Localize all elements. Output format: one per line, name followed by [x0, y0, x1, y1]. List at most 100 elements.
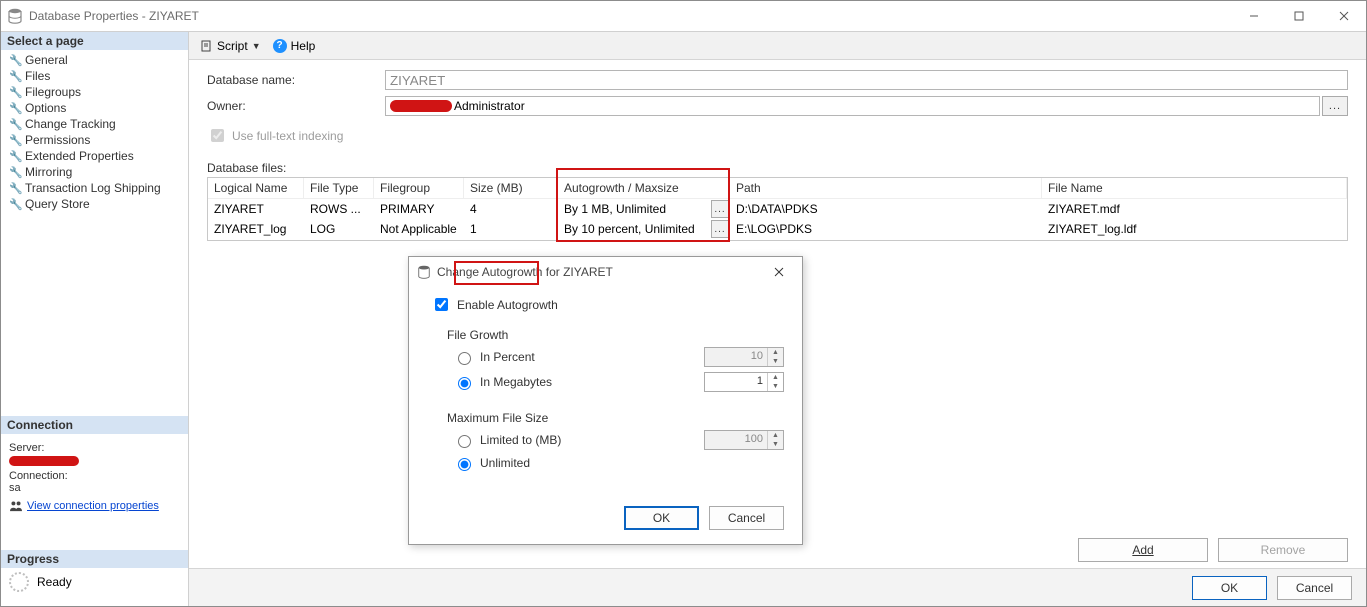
- dialog-cancel-button[interactable]: Cancel: [709, 506, 784, 530]
- col-filegroup[interactable]: Filegroup: [374, 178, 464, 199]
- ok-button[interactable]: OK: [1192, 576, 1267, 600]
- page-extended-properties[interactable]: 🔧Extended Properties: [1, 148, 188, 164]
- dialog-ok-button[interactable]: OK: [624, 506, 699, 530]
- progress-spinner-icon: [9, 572, 29, 592]
- window-title: Database Properties - ZIYARET: [29, 9, 1231, 23]
- unlimited-radio[interactable]: [458, 458, 471, 471]
- grid-header: Logical Name File Type Filegroup Size (M…: [208, 178, 1347, 199]
- remove-button: Remove: [1218, 538, 1348, 562]
- enable-autogrowth-checkbox[interactable]: [435, 298, 448, 311]
- db-files-grid[interactable]: Logical Name File Type Filegroup Size (M…: [207, 177, 1348, 241]
- db-properties-window: Database Properties - ZIYARET Select a p…: [0, 0, 1367, 607]
- toolbar: Script ▼ ? Help: [189, 32, 1366, 60]
- fulltext-label: Use full-text indexing: [232, 129, 343, 143]
- script-icon: [201, 40, 213, 52]
- help-button[interactable]: ? Help: [269, 37, 320, 55]
- database-icon: [7, 8, 23, 24]
- page-permissions[interactable]: 🔧Permissions: [1, 132, 188, 148]
- server-value-redacted: [9, 456, 79, 466]
- cancel-button[interactable]: Cancel: [1277, 576, 1352, 600]
- dialog-title: Change Autogrowth for ZIYARET: [437, 265, 764, 279]
- file-growth-label: File Growth: [447, 328, 784, 342]
- wrench-icon: 🔧: [9, 150, 21, 163]
- percent-spinner: 10 ▲▼: [704, 347, 784, 367]
- wrench-icon: 🔧: [9, 54, 21, 67]
- limited-to-label: Limited to (MB): [480, 433, 698, 447]
- db-name-label: Database name:: [207, 73, 385, 87]
- server-label: Server:: [9, 442, 180, 454]
- col-size[interactable]: Size (MB): [464, 178, 558, 199]
- col-autogrowth[interactable]: Autogrowth / Maxsize: [558, 178, 710, 199]
- owner-label: Owner:: [207, 99, 385, 113]
- chevron-down-icon: ▼: [252, 41, 261, 51]
- col-filename[interactable]: File Name: [1042, 178, 1347, 199]
- page-change-tracking[interactable]: 🔧Change Tracking: [1, 116, 188, 132]
- view-connection-properties-link[interactable]: View connection properties: [27, 500, 159, 512]
- wrench-icon: 🔧: [9, 118, 21, 131]
- autogrowth-edit-button[interactable]: ...: [711, 220, 729, 238]
- unlimited-label: Unlimited: [480, 456, 784, 470]
- maximize-button[interactable]: [1276, 1, 1321, 31]
- db-name-input: [385, 70, 1348, 90]
- spinner-arrows-icon: ▲▼: [767, 348, 783, 366]
- script-button[interactable]: Script ▼: [197, 37, 265, 55]
- table-row[interactable]: ZIYARET ROWS ... PRIMARY 4 By 1 MB, Unli…: [208, 199, 1347, 219]
- table-row[interactable]: ZIYARET_log LOG Not Applicable 1 By 10 p…: [208, 219, 1347, 239]
- wrench-icon: 🔧: [9, 86, 21, 99]
- sidebar: Select a page 🔧General 🔧Files 🔧Filegroup…: [1, 32, 189, 606]
- limited-spinner: 100 ▲▼: [704, 430, 784, 450]
- wrench-icon: 🔧: [9, 198, 21, 211]
- people-icon: [9, 500, 23, 512]
- progress-header: Progress: [1, 550, 188, 568]
- owner-input[interactable]: Administrator: [385, 96, 1320, 116]
- col-logical-name[interactable]: Logical Name: [208, 178, 304, 199]
- connection-block: Server: Connection: sa View connection p…: [1, 434, 188, 520]
- fulltext-checkbox: [211, 129, 224, 142]
- help-icon: ?: [273, 39, 287, 53]
- wrench-icon: 🔧: [9, 70, 21, 83]
- megabytes-spinner[interactable]: 1 ▲▼: [704, 372, 784, 392]
- connection-label: Connection:: [9, 470, 180, 482]
- connection-header: Connection: [1, 416, 188, 434]
- add-button[interactable]: Add: [1078, 538, 1208, 562]
- change-autogrowth-dialog: Change Autogrowth for ZIYARET Enable Aut…: [408, 256, 803, 545]
- page-mirroring[interactable]: 🔧Mirroring: [1, 164, 188, 180]
- spinner-arrows-icon: ▲▼: [767, 431, 783, 449]
- page-tlog-shipping[interactable]: 🔧Transaction Log Shipping: [1, 180, 188, 196]
- wrench-icon: 🔧: [9, 182, 21, 195]
- page-filegroups[interactable]: 🔧Filegroups: [1, 84, 188, 100]
- close-button[interactable]: [1321, 1, 1366, 31]
- page-files[interactable]: 🔧Files: [1, 68, 188, 84]
- page-list: 🔧General 🔧Files 🔧Filegroups 🔧Options 🔧Ch…: [1, 50, 188, 216]
- database-icon: [417, 265, 431, 279]
- col-path[interactable]: Path: [730, 178, 1042, 199]
- minimize-button[interactable]: [1231, 1, 1276, 31]
- in-percent-label: In Percent: [480, 350, 698, 364]
- in-megabytes-label: In Megabytes: [480, 375, 698, 389]
- wrench-icon: 🔧: [9, 134, 21, 147]
- col-file-type[interactable]: File Type: [304, 178, 374, 199]
- page-query-store[interactable]: 🔧Query Store: [1, 196, 188, 212]
- owner-browse-button[interactable]: ...: [1322, 96, 1348, 116]
- enable-autogrowth-label: Enable Autogrowth: [457, 298, 558, 312]
- in-megabytes-radio[interactable]: [458, 377, 471, 390]
- db-files-label: Database files:: [207, 161, 1348, 175]
- wrench-icon: 🔧: [9, 102, 21, 115]
- page-options[interactable]: 🔧Options: [1, 100, 188, 116]
- owner-value-suffix: Administrator: [454, 99, 525, 113]
- spinner-arrows-icon[interactable]: ▲▼: [767, 373, 783, 391]
- in-percent-radio[interactable]: [458, 352, 471, 365]
- max-file-size-label: Maximum File Size: [447, 411, 784, 425]
- limited-to-radio[interactable]: [458, 435, 471, 448]
- page-general[interactable]: 🔧General: [1, 52, 188, 68]
- connection-value: sa: [9, 482, 180, 494]
- dialog-close-button[interactable]: [764, 257, 794, 287]
- progress-status: Ready: [37, 575, 72, 589]
- dialog-footer: OK Cancel: [189, 568, 1366, 606]
- select-page-header: Select a page: [1, 32, 188, 50]
- wrench-icon: 🔧: [9, 166, 21, 179]
- owner-value-redacted: [390, 100, 452, 112]
- titlebar: Database Properties - ZIYARET: [1, 1, 1366, 31]
- autogrowth-edit-button[interactable]: ...: [711, 200, 729, 218]
- dialog-titlebar: Change Autogrowth for ZIYARET: [409, 257, 802, 287]
